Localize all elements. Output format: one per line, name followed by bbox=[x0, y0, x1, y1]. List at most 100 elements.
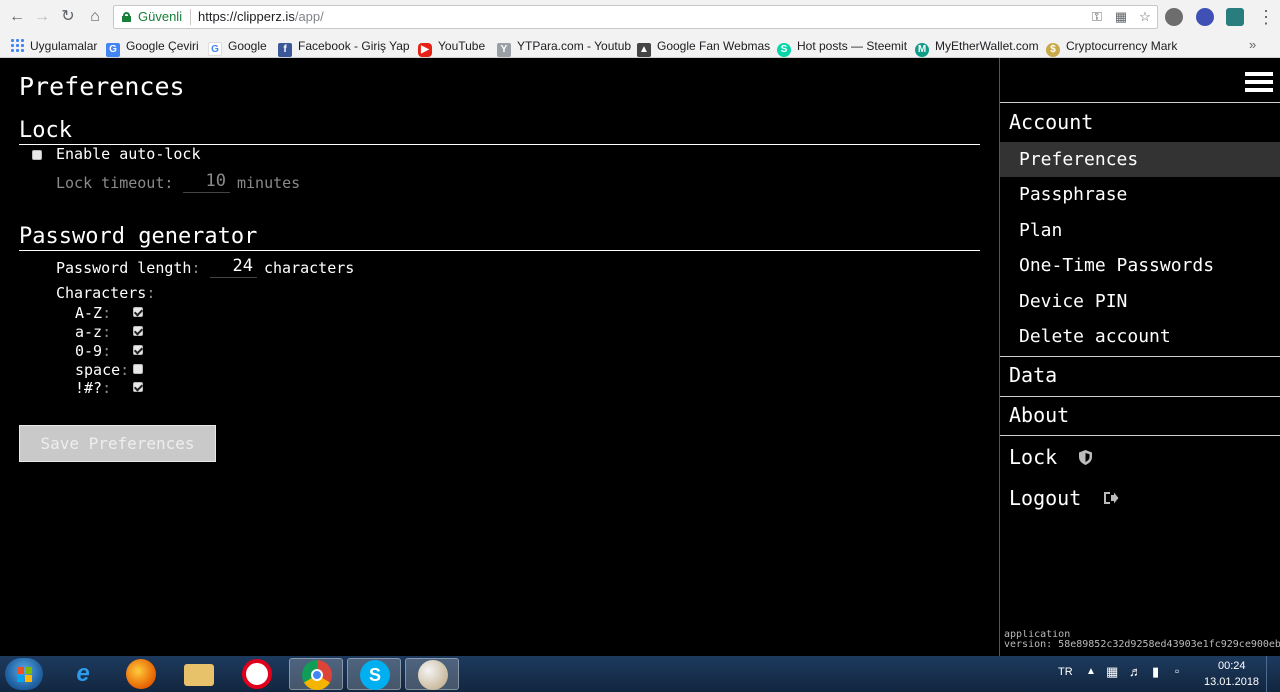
lock-timeout-text: Lock timeout bbox=[56, 174, 165, 192]
preferences-panel: Preferences Lock Enable auto-lock Lock t… bbox=[0, 58, 999, 656]
characters-colon: : bbox=[146, 284, 156, 302]
extension-square-icon[interactable] bbox=[1226, 8, 1244, 26]
home-icon[interactable]: ⌂ bbox=[83, 5, 107, 29]
address-bar[interactable]: Güvenli https://clipperz.is/app/ ⚿ ▦ ☆ bbox=[113, 5, 1158, 29]
browser-toolbar: ← → ↻ ⌂ Güvenli https://clipperz.is/app/… bbox=[0, 0, 1280, 34]
firefox-icon bbox=[126, 659, 156, 689]
bookmark-cryptocurrency[interactable]: $ Cryptocurrency Mark bbox=[1046, 37, 1177, 57]
sidebar-lock[interactable]: Lock bbox=[1009, 445, 1093, 469]
password-length-input[interactable] bbox=[210, 254, 257, 278]
sidebar-heading-data[interactable]: Data bbox=[1009, 363, 1057, 387]
network-error-icon[interactable]: ▦ bbox=[1106, 664, 1118, 680]
taskbar-firefox[interactable] bbox=[114, 658, 168, 690]
sidebar-heading-account[interactable]: Account bbox=[1009, 110, 1093, 134]
save-preferences-button[interactable]: Save Preferences bbox=[19, 425, 216, 462]
sidebar-divider bbox=[1000, 435, 1280, 436]
back-arrow-icon[interactable]: ← bbox=[5, 5, 29, 29]
charset-colon: : bbox=[102, 323, 112, 341]
bookmark-star-icon[interactable]: ☆ bbox=[1136, 8, 1154, 26]
url-text[interactable]: https://clipperz.is/app/ bbox=[198, 9, 324, 24]
taskbar-skype[interactable]: S bbox=[347, 658, 401, 690]
charset-colon: : bbox=[102, 342, 112, 360]
bookmark-ytpara[interactable]: Y YTPara.com - Youtub bbox=[497, 37, 631, 57]
extension-circle-icon[interactable] bbox=[1196, 8, 1214, 26]
bookmarks-more-icon[interactable]: » bbox=[1249, 37, 1256, 52]
lock-timeout-colon: : bbox=[164, 174, 174, 192]
sidebar-item-device-pin[interactable]: Device PIN bbox=[1000, 284, 1280, 319]
charset-text: space bbox=[75, 361, 121, 379]
url-host: https://clipperz.is bbox=[198, 9, 295, 24]
version-hash: version: 58e89852c32d9258ed43903e1fc929c… bbox=[1004, 639, 1280, 650]
sidebar-logout-label: Logout bbox=[1009, 486, 1082, 510]
password-generator-title: Password generator bbox=[19, 224, 980, 251]
coin-icon: $ bbox=[1046, 43, 1060, 57]
password-length-label: Password length: bbox=[56, 259, 201, 277]
bookmark-google[interactable]: G Google bbox=[208, 37, 267, 56]
clock-date[interactable]: 13.01.2018 bbox=[1204, 676, 1259, 688]
bookmark-steemit[interactable]: S Hot posts — Steemit bbox=[777, 37, 908, 57]
bookmark-youtube[interactable]: ▶ YouTube bbox=[418, 37, 485, 57]
sidebar-item-one-time-passwords[interactable]: One-Time Passwords bbox=[1000, 248, 1280, 283]
bookmark-label: MyEtherWallet.com bbox=[935, 39, 1039, 53]
charset-checkbox-symbols[interactable] bbox=[133, 382, 143, 392]
sidebar-item-preferences[interactable]: Preferences bbox=[1000, 142, 1280, 177]
google-icon: G bbox=[208, 42, 222, 56]
version-info: application version: 58e89852c32d9258ed4… bbox=[1004, 630, 1280, 650]
power-icon[interactable]: ▮ bbox=[1152, 664, 1159, 680]
sidebar-divider bbox=[1000, 396, 1280, 397]
extension-eye-icon[interactable] bbox=[1165, 8, 1183, 26]
start-button[interactable] bbox=[5, 658, 43, 690]
charset-label-space: space: bbox=[75, 361, 129, 379]
charset-text: a-z bbox=[75, 323, 103, 341]
logout-icon bbox=[1104, 492, 1119, 504]
tray-expand-icon[interactable]: ▲ bbox=[1086, 666, 1096, 677]
taskbar-paint[interactable] bbox=[405, 658, 459, 690]
taskbar-opera[interactable] bbox=[230, 658, 284, 690]
taskbar-file-explorer[interactable] bbox=[172, 658, 226, 690]
taskbar-internet-explorer[interactable]: e bbox=[56, 658, 110, 690]
bookmark-label: Hot posts — Steemit bbox=[797, 39, 908, 53]
bookmark-apps[interactable]: Uygulamalar bbox=[10, 37, 97, 55]
folder-icon bbox=[184, 664, 214, 686]
secure-lock-icon bbox=[122, 12, 131, 22]
lock-timeout-input[interactable] bbox=[183, 169, 230, 193]
sidebar-divider bbox=[1000, 356, 1280, 357]
reload-icon[interactable]: ↻ bbox=[56, 5, 80, 29]
bookmark-label: Google Çeviri bbox=[126, 39, 199, 53]
characters-label: Characters: bbox=[56, 284, 155, 302]
hamburger-menu-icon[interactable] bbox=[1245, 72, 1273, 93]
clipperz-app: Preferences Lock Enable auto-lock Lock t… bbox=[0, 58, 1280, 656]
menu-dots-icon[interactable]: ⋮ bbox=[1254, 5, 1278, 29]
language-indicator[interactable]: TR bbox=[1058, 666, 1073, 678]
youtube-icon: ▶ bbox=[418, 43, 432, 57]
bookmark-myetherwallet[interactable]: M MyEtherWallet.com bbox=[915, 37, 1039, 57]
taskbar-chrome[interactable] bbox=[289, 658, 343, 690]
charset-checkbox-space[interactable] bbox=[133, 364, 143, 374]
autolock-checkbox[interactable] bbox=[32, 150, 42, 160]
charset-text: 0-9 bbox=[75, 342, 103, 360]
sidebar-item-passphrase[interactable]: Passphrase bbox=[1000, 177, 1280, 212]
signal-icon[interactable]: ▫ bbox=[1175, 664, 1179, 678]
charset-label-digits: 0-9: bbox=[75, 342, 111, 360]
sidebar-heading-about[interactable]: About bbox=[1009, 403, 1069, 427]
volume-icon[interactable]: ♬ bbox=[1129, 664, 1142, 679]
translate-icon[interactable]: ▦ bbox=[1112, 8, 1130, 26]
sidebar-item-plan[interactable]: Plan bbox=[1000, 213, 1280, 248]
characters-text: Characters bbox=[56, 284, 147, 302]
charset-text: A-Z bbox=[75, 304, 103, 322]
charset-checkbox-lowercase[interactable] bbox=[133, 326, 143, 336]
bookmark-facebook[interactable]: f Facebook - Giriş Yap bbox=[278, 37, 410, 57]
clock-time[interactable]: 00:24 bbox=[1218, 660, 1246, 672]
charset-colon: : bbox=[102, 304, 112, 322]
bookmark-google-translate[interactable]: G Google Çeviri bbox=[106, 37, 199, 57]
charset-checkbox-digits[interactable] bbox=[133, 345, 143, 355]
bookmark-label: Google bbox=[228, 39, 267, 53]
forward-arrow-icon[interactable]: → bbox=[30, 5, 54, 29]
paint-icon bbox=[418, 660, 448, 690]
charset-checkbox-uppercase[interactable] bbox=[133, 307, 143, 317]
sidebar-item-delete-account[interactable]: Delete account bbox=[1000, 319, 1280, 354]
key-icon[interactable]: ⚿ bbox=[1088, 8, 1106, 26]
sidebar-logout[interactable]: Logout bbox=[1009, 486, 1119, 510]
show-desktop-button[interactable] bbox=[1266, 656, 1280, 692]
bookmark-google-fan[interactable]: ▲ Google Fan Webmas bbox=[637, 37, 770, 57]
